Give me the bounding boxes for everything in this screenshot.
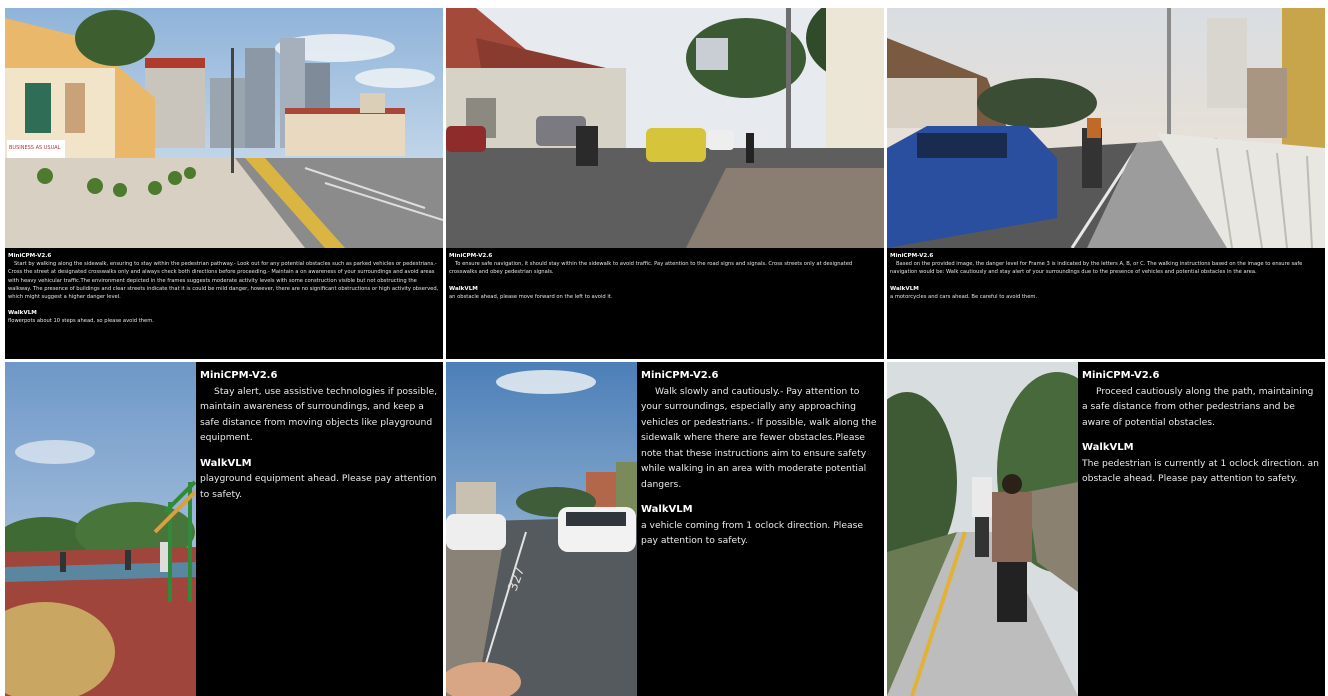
caption-path-pedestrians: MiniCPM-V2.6 Proceed cautiously along th…	[1082, 368, 1320, 487]
model-label: MiniCPM-V2.6	[8, 253, 52, 259]
model-response: Proceed cautiously along the path, maint…	[1082, 385, 1314, 428]
business-sign-text: BUSINESS AS USUAL	[9, 145, 61, 151]
model-label: MiniCPM-V2.6	[449, 253, 493, 259]
walkvlm-label: WalkVLM	[890, 285, 919, 292]
walkvlm-label: WalkVLM	[8, 310, 37, 317]
photo-playground	[5, 362, 196, 696]
photo-vehicle-approach: 327	[446, 362, 637, 696]
photo-bridge-road	[887, 8, 1325, 248]
walkvlm-label: WalkVLM	[641, 504, 693, 515]
model-response: Based on the provided image, the danger …	[890, 261, 1303, 276]
caption-bridge-road: MiniCPM-V2.6 Based on the provided image…	[887, 250, 1325, 303]
walkvlm-label: WalkVLM	[200, 457, 252, 469]
model-label: MiniCPM-V2.6	[641, 370, 719, 381]
comparison-grid: BUSINESS AS USUAL MiniCPM-V2.6 Start by …	[0, 0, 1328, 696]
caption-street-corner: MiniCPM-V2.6 Start by walking along the …	[5, 250, 443, 328]
panel-temple-road: MiniCPM-V2.6 To ensure safe navigation, …	[446, 8, 884, 359]
walkvlm-label: WalkVLM	[1082, 442, 1134, 453]
panel-path-pedestrians: MiniCPM-V2.6 Proceed cautiously along th…	[887, 362, 1325, 696]
model-label: MiniCPM-V2.6	[890, 253, 934, 259]
model-response: Start by walking along the sidewalk, ens…	[8, 261, 439, 301]
walkvlm-label: WalkVLM	[449, 285, 478, 292]
model-label: MiniCPM-V2.6	[1082, 370, 1160, 381]
caption-vehicle-approach: MiniCPM-V2.6 Walk slowly and cautiously.…	[641, 368, 879, 549]
caption-playground: MiniCPM-V2.6 Stay alert, use assistive t…	[200, 368, 438, 502]
photo-temple-road	[446, 8, 884, 248]
panel-bridge-road: MiniCPM-V2.6 Based on the provided image…	[887, 8, 1325, 359]
walkvlm-response: playground equipment ahead. Please pay a…	[200, 473, 437, 500]
panel-vehicle-approach: 327 MiniCPM-V2.6 Walk slowly and cautiou…	[446, 362, 884, 696]
photo-street-corner: BUSINESS AS USUAL	[5, 8, 443, 248]
panel-street-corner: BUSINESS AS USUAL MiniCPM-V2.6 Start by …	[5, 8, 443, 359]
model-response: Stay alert, use assistive technologies i…	[200, 385, 438, 444]
panel-playground: MiniCPM-V2.6 Stay alert, use assistive t…	[5, 362, 443, 696]
caption-temple-road: MiniCPM-V2.6 To ensure safe navigation, …	[446, 250, 884, 303]
model-response: To ensure safe navigation, it should sta…	[449, 261, 853, 276]
walkvlm-response: an obstacle ahead, please move forward o…	[449, 293, 613, 300]
walkvlm-response: a vehicle coming from 1 oclock direction…	[641, 519, 864, 547]
photo-path-pedestrians	[887, 362, 1078, 696]
walkvlm-response: The pedestrian is currently at 1 oclock …	[1082, 457, 1319, 485]
walkvlm-response: flowerpots about 10 steps ahead, so plea…	[8, 318, 154, 325]
model-label: MiniCPM-V2.6	[200, 370, 278, 381]
model-response: Walk slowly and cautiously.- Pay attenti…	[641, 385, 877, 490]
walkvlm-response: a motorcycles and cars ahead. Be careful…	[890, 293, 1038, 300]
